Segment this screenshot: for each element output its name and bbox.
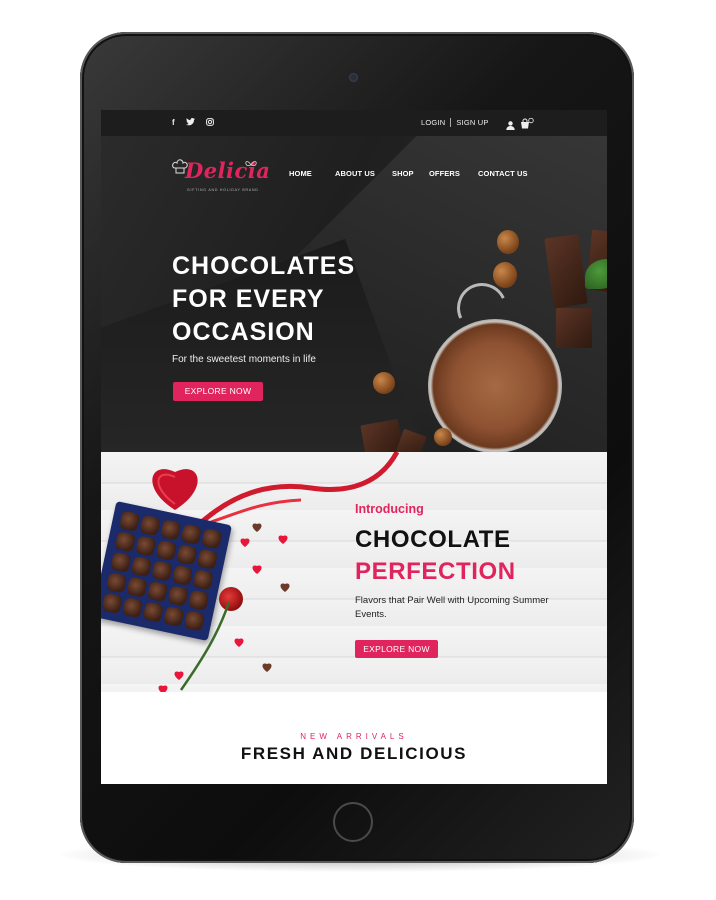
signup-link[interactable]: SIGN UP <box>456 118 488 127</box>
auth-links: LOGIN SIGN UP <box>421 118 489 127</box>
top-utility-bar: f LOGIN SIGN UP <box>101 110 607 136</box>
chocolate-piece-image <box>556 308 592 348</box>
section-kicker: NEW ARRIVALS <box>300 732 408 741</box>
login-link[interactable]: LOGIN <box>421 118 445 127</box>
nav-home[interactable]: HOME <box>289 169 335 178</box>
heart-decoration <box>240 538 250 547</box>
hero-banner: Delicia GIFTING AND HOLIDAY BRAND HOME A… <box>101 136 607 452</box>
promo-intro: Introducing <box>355 502 424 516</box>
divider <box>450 118 452 127</box>
twitter-icon[interactable] <box>185 118 195 129</box>
hero-title-line: CHOCOLATES <box>172 252 356 280</box>
tablet-screen: f LOGIN SIGN UP Delicia GIFTING AND HOLI <box>101 110 607 784</box>
hero-title-line: FOR EVERY <box>172 285 325 313</box>
heart-decoration <box>262 663 272 672</box>
nav-shop[interactable]: SHOP <box>392 169 429 178</box>
hazelnut-image <box>373 372 395 394</box>
hazelnut-image <box>497 230 519 254</box>
section-heading: FRESH AND DELICIOUS <box>240 744 468 763</box>
promo-heading-black: CHOCOLATE <box>355 526 511 553</box>
camera-icon <box>349 73 358 82</box>
nav-contact-us[interactable]: CONTACT US <box>478 169 538 178</box>
user-icon[interactable] <box>506 117 515 135</box>
heart-decoration <box>252 523 262 532</box>
hero-title-line: OCCASION <box>172 318 315 346</box>
heart-decoration <box>252 565 262 574</box>
new-arrivals-section: NEW ARRIVALS FRESH AND DELICIOUS <box>101 692 607 784</box>
hero-title: CHOCOLATES FOR EVERY OCCASION <box>172 250 355 349</box>
heart-box-image <box>152 469 198 510</box>
social-links: f <box>172 118 214 129</box>
facebook-icon[interactable]: f <box>172 118 175 129</box>
promo-banner: Introducing CHOCOLATE PERFECTION Flavors… <box>101 452 607 692</box>
promo-heading-pink: PERFECTION <box>355 558 516 585</box>
rose-stem <box>179 602 231 691</box>
promo-explore-button[interactable]: EXPLORE NOW <box>355 640 438 658</box>
nav-offers[interactable]: OFFERS <box>429 169 478 178</box>
hero-explore-button[interactable]: EXPLORE NOW <box>173 382 263 401</box>
brand-tagline: GIFTING AND HOLIDAY BRAND <box>187 188 259 192</box>
hero-subtitle: For the sweetest moments in life <box>172 354 316 365</box>
heart-decoration <box>278 535 288 544</box>
hazelnut-image <box>493 262 517 288</box>
main-nav: HOME ABOUT US SHOP OFFERS CONTACT US <box>289 169 538 178</box>
home-button[interactable] <box>333 802 373 842</box>
gift-bow-icon <box>244 156 258 174</box>
heart-decoration <box>280 583 290 592</box>
heart-decoration <box>158 685 168 692</box>
instagram-icon[interactable] <box>205 118 214 129</box>
hazelnut-image <box>434 428 452 446</box>
promo-description: Flavors that Pair Well with Upcoming Sum… <box>355 595 549 620</box>
cart-icon[interactable] <box>520 116 534 134</box>
nav-about-us[interactable]: ABOUT US <box>335 169 392 178</box>
